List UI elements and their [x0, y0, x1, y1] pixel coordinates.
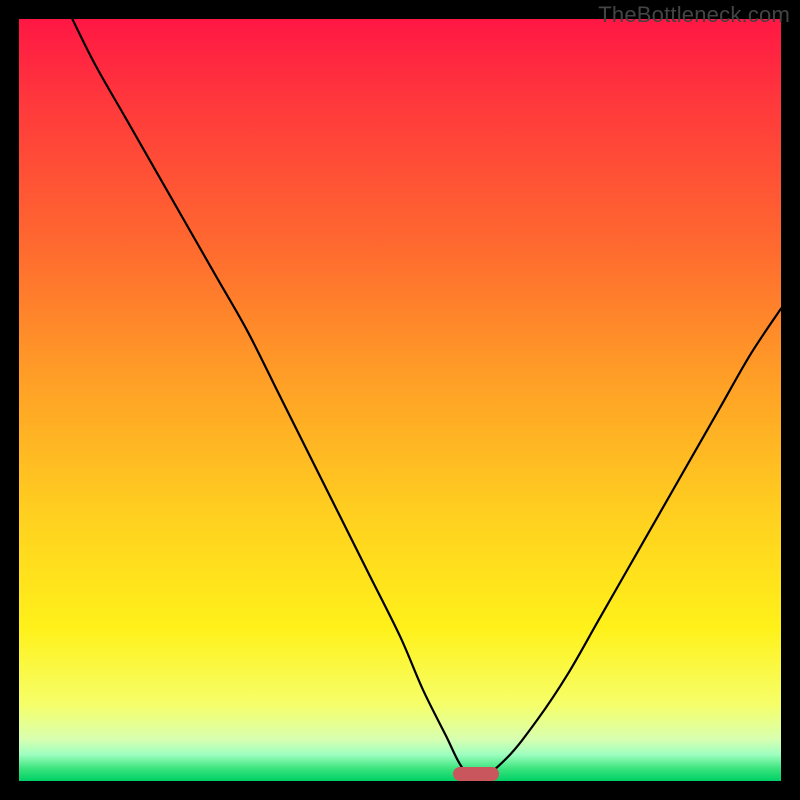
plot-area — [19, 19, 781, 781]
chart-svg — [19, 19, 781, 781]
watermark-text: TheBottleneck.com — [598, 2, 790, 28]
optimal-range-marker — [453, 767, 499, 781]
chart-frame: TheBottleneck.com — [0, 0, 800, 800]
